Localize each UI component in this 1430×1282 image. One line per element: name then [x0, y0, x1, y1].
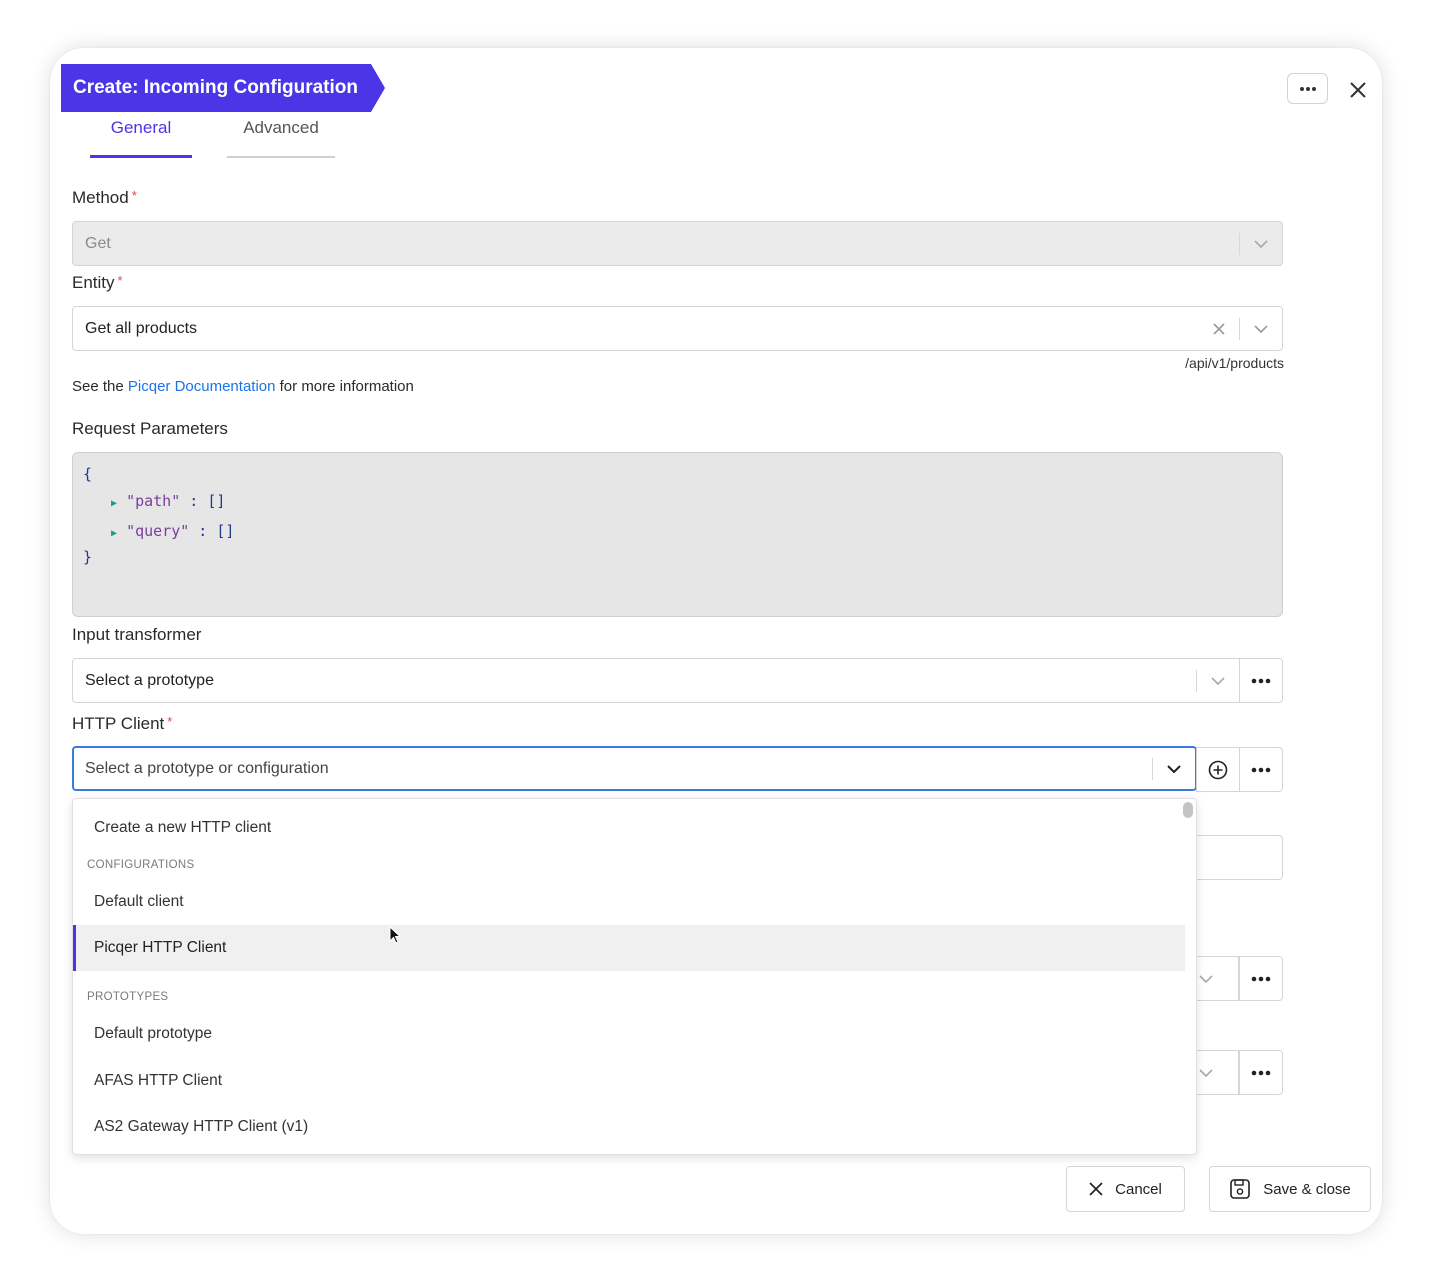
expand-arrow-icon[interactable]: ▶ [111, 528, 117, 539]
entity-label-text: Entity [72, 273, 115, 292]
input-transformer-placeholder: Select a prototype [85, 671, 214, 689]
add-http-client-button[interactable] [1196, 747, 1240, 792]
save-label: Save & close [1263, 1180, 1351, 1198]
method-label-text: Method [72, 188, 129, 207]
chevron-down-icon [1167, 764, 1181, 773]
tab-advanced-label: Advanced [243, 118, 319, 137]
option-default-client[interactable]: Default client [73, 879, 1185, 925]
ellipsis-icon [1251, 678, 1271, 683]
request-parameters-editor[interactable]: { ▶ "path" : [] ▶ "query" : [] } [72, 452, 1283, 617]
json-open-brace: { [83, 465, 93, 483]
entity-clear-button[interactable] [1199, 307, 1239, 350]
chevron-down-icon [1199, 1068, 1213, 1077]
json-key: "path" [126, 492, 181, 510]
info-suffix: for more information [279, 378, 414, 395]
chevron-down-icon [1211, 676, 1225, 685]
cancel-button[interactable]: Cancel [1066, 1166, 1185, 1212]
json-value: : [] [180, 492, 226, 510]
documentation-link[interactable]: Picqer Documentation [128, 378, 276, 395]
close-icon [1089, 1182, 1103, 1196]
mouse-cursor-icon [389, 926, 402, 944]
hidden-more-button[interactable] [1239, 956, 1283, 1001]
hidden-more-button[interactable] [1239, 1050, 1283, 1095]
method-value: Get [85, 234, 111, 252]
input-transformer-label: Input transformer [72, 625, 202, 644]
chevron-down-icon [1254, 324, 1268, 333]
tab-general-label: General [110, 118, 172, 137]
modal-title: Create: Incoming Configuration [61, 64, 385, 112]
http-client-more-button[interactable] [1239, 747, 1283, 792]
option-afas-http-client[interactable]: AFAS HTTP Client [73, 1058, 1185, 1104]
json-value: : [] [189, 522, 235, 540]
json-close-brace: } [83, 548, 93, 566]
entity-select[interactable]: Get all products [72, 306, 1283, 351]
save-icon [1230, 1179, 1251, 1199]
option-default-prototype[interactable]: Default prototype [73, 1011, 1185, 1057]
input-transformer-dropdown-toggle[interactable] [1197, 659, 1239, 702]
json-line-query[interactable]: ▶ "query" : [] [111, 522, 234, 540]
http-client-select[interactable]: Select a prototype or configuration [72, 746, 1197, 791]
info-prefix: See the [72, 378, 124, 395]
option-as2-gateway-http-client[interactable]: AS2 Gateway HTTP Client (v1) [73, 1104, 1185, 1150]
cancel-label: Cancel [1115, 1180, 1162, 1198]
clear-icon [1213, 322, 1225, 335]
input-transformer-select[interactable]: Select a prototype [72, 658, 1240, 703]
http-client-dropdown-toggle[interactable] [1153, 748, 1195, 789]
configurations-group-header: CONFIGURATIONS [87, 859, 195, 871]
tab-advanced[interactable]: Advanced [227, 110, 335, 158]
json-key: "query" [126, 522, 190, 540]
ellipsis-icon [1299, 86, 1316, 91]
chevron-down-icon [1199, 974, 1213, 983]
required-marker: * [131, 188, 137, 203]
json-line-path[interactable]: ▶ "path" : [] [111, 492, 225, 510]
prototypes-group-header: PROTOTYPES [87, 991, 169, 1003]
input-transformer-more-button[interactable] [1239, 658, 1283, 703]
ellipsis-icon [1251, 767, 1271, 772]
entity-label: Entity * [72, 273, 123, 293]
http-client-label-text: HTTP Client [72, 714, 165, 733]
expand-arrow-icon[interactable]: ▶ [111, 498, 117, 509]
chevron-down-icon [1254, 239, 1268, 248]
save-and-close-button[interactable]: Save & close [1209, 1166, 1371, 1212]
entity-dropdown-toggle[interactable] [1240, 307, 1282, 350]
tab-general[interactable]: General [90, 110, 192, 158]
entity-endpoint: /api/v1/products [1185, 355, 1284, 371]
http-client-input[interactable]: Select a prototype or configuration [74, 760, 1152, 778]
method-select: Get [72, 221, 1283, 266]
create-new-http-client-option[interactable]: Create a new HTTP client [73, 805, 1185, 851]
http-client-label: HTTP Client * [72, 714, 172, 734]
method-dropdown-toggle [1240, 222, 1282, 265]
required-marker: * [117, 273, 123, 288]
ellipsis-icon [1251, 976, 1271, 981]
more-options-button[interactable] [1287, 73, 1328, 104]
create-configuration-modal: Create: Incoming Configuration General A… [50, 48, 1382, 1234]
method-label: Method * [72, 188, 137, 208]
option-picqer-http-client[interactable]: Picqer HTTP Client [73, 925, 1185, 971]
plus-circle-icon [1208, 760, 1228, 779]
http-client-dropdown-menu: Create a new HTTP client CONFIGURATIONS … [72, 798, 1197, 1155]
required-marker: * [167, 714, 173, 729]
close-icon [1350, 82, 1366, 98]
ellipsis-icon [1251, 1070, 1271, 1075]
entity-value: Get all products [85, 319, 198, 337]
close-modal-button[interactable] [1343, 75, 1373, 105]
documentation-info: See the Picqer Documentation for more in… [72, 378, 414, 395]
request-parameters-label: Request Parameters [72, 419, 228, 438]
